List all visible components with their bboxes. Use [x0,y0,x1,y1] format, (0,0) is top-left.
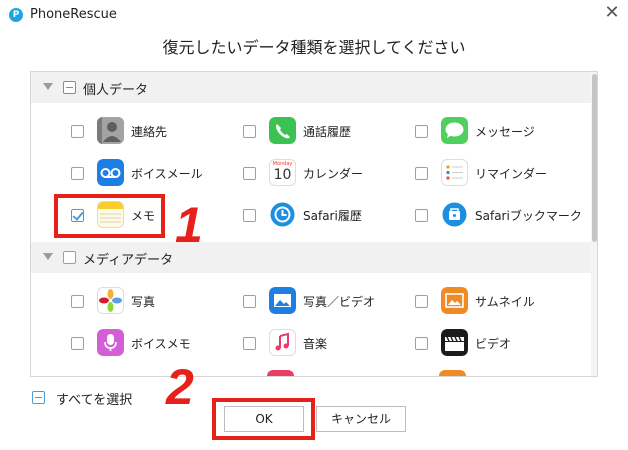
item-safari-history[interactable]: Safari履歴 [243,200,413,230]
messages-icon [441,117,468,144]
item-thumbnail[interactable]: サムネイル [415,286,585,316]
data-type-panel: 個人データ 連絡先 通話履歴 メッセージ ボイスメール Monday 10 カレ… [30,71,598,377]
checkbox-photo-video[interactable] [243,295,256,308]
section-checkbox-personal[interactable] [63,81,76,94]
photos-icon [97,287,124,314]
item-call-history[interactable]: 通話履歴 [243,116,413,146]
section-header-media[interactable]: メディアデータ [31,242,593,273]
calendar-day: 10 [273,167,292,183]
item-label: ビデオ [475,337,512,351]
checkbox-thumbnail[interactable] [415,295,428,308]
reminders-icon [441,159,468,186]
checkbox-safari-bookmarks[interactable] [415,209,428,222]
item-label: 通話履歴 [303,125,352,139]
checkbox-voice-memo[interactable] [71,337,84,350]
checkbox-safari-history[interactable] [243,209,256,222]
section-label-personal: 個人データ [83,83,149,98]
cancel-button[interactable]: キャンセル [316,406,406,432]
item-photos[interactable]: 写真 [71,286,241,316]
item-label: 写真／ビデオ [303,295,376,309]
collapse-triangle-icon[interactable] [43,253,53,260]
annotation-step-number: 1 [175,197,203,253]
item-label: ボイスメモ [131,337,191,351]
item-label: Safariブックマーク [475,209,582,223]
partial-row-icon [439,370,466,376]
item-label: ボイスメール [131,167,203,181]
item-music[interactable]: 音楽 [243,328,413,358]
notes-icon [97,201,124,228]
voice-memo-icon [97,329,124,356]
checkbox-calendar[interactable] [243,167,256,180]
safari-history-icon [269,201,296,228]
checkbox-music[interactable] [243,337,256,350]
section-label-media: メディアデータ [83,253,174,268]
item-label: 音楽 [303,337,328,351]
item-label: メッセージ [475,125,535,139]
checkbox-video[interactable] [415,337,428,350]
ok-button[interactable]: OK [224,406,304,432]
checkbox-call-history[interactable] [243,125,256,138]
item-contacts[interactable]: 連絡先 [71,116,241,146]
dialog-title: 復元したいデータ種類を選択してください [162,38,466,57]
checkbox-contacts[interactable] [71,125,84,138]
close-icon[interactable]: ✕ [604,4,620,22]
item-label: Safari履歴 [303,209,362,223]
section-header-personal[interactable]: 個人データ [31,72,593,103]
section-checkbox-media[interactable] [63,251,76,264]
checkbox-photos[interactable] [71,295,84,308]
scrollbar[interactable] [591,72,597,376]
item-reminders[interactable]: リマインダー [415,158,585,188]
item-photo-video[interactable]: 写真／ビデオ [243,286,413,316]
calendar-icon: Monday 10 [269,159,296,186]
voicemail-icon [97,159,124,186]
app-logo-icon: P [9,8,23,22]
item-label: サムネイル [475,295,535,309]
item-messages[interactable]: メッセージ [415,116,585,146]
checkbox-voicemail[interactable] [71,167,84,180]
item-calendar[interactable]: Monday 10 カレンダー [243,158,413,188]
item-label: カレンダー [303,167,364,181]
safari-bookmark-icon [441,201,468,228]
video-icon [441,329,468,356]
item-voicemail[interactable]: ボイスメール [71,158,241,188]
annotation-step-number: 2 [166,359,194,415]
phone-icon [269,117,296,144]
app-name: PhoneRescue [30,7,117,22]
item-label: リマインダー [475,167,548,181]
item-notes[interactable]: メモ [71,200,241,230]
music-icon [269,329,296,356]
item-label: 写真 [131,295,156,309]
select-all-checkbox[interactable] [32,391,45,404]
photo-video-icon [269,287,296,314]
scrollbar-thumb[interactable] [592,74,597,242]
item-label: メモ [131,209,156,223]
item-label: 連絡先 [131,125,168,139]
checkbox-messages[interactable] [415,125,428,138]
select-all-label: すべてを選択 [56,393,133,408]
collapse-triangle-icon[interactable] [43,83,53,90]
item-voice-memo[interactable]: ボイスメモ [71,328,241,358]
item-safari-bookmarks[interactable]: Safariブックマーク [415,200,585,230]
partial-row-icon [267,370,294,376]
item-video[interactable]: ビデオ [415,328,585,358]
contacts-icon [97,117,124,144]
thumbnail-icon [441,287,468,314]
checkbox-reminders[interactable] [415,167,428,180]
checkbox-notes[interactable] [71,209,84,222]
title-bar: P PhoneRescue ✕ [0,0,628,30]
